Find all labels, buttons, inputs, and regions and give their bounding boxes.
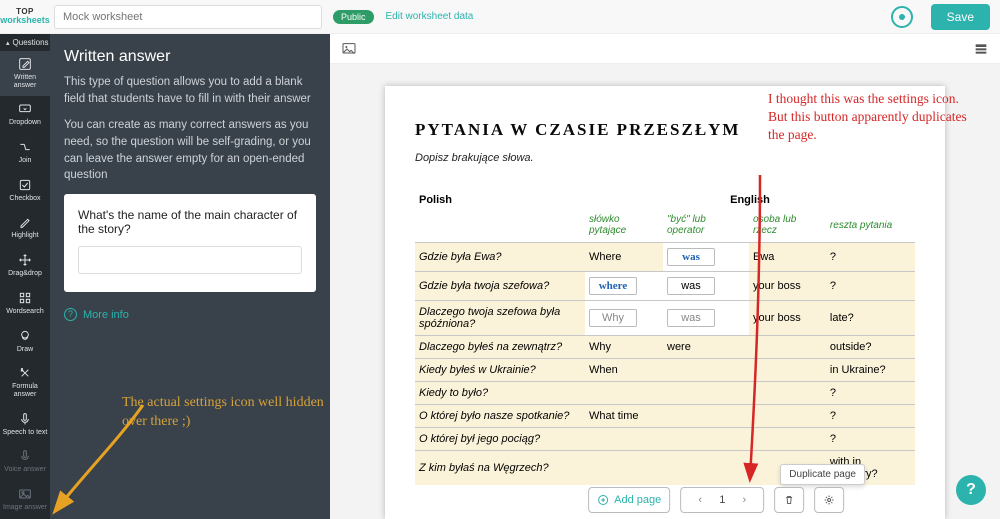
page-pager: ‹ 1 ›	[680, 487, 764, 513]
canvas-toolbar	[330, 34, 1000, 64]
edit-icon	[17, 56, 33, 72]
rail-item-voice[interactable]: Voice answer	[0, 443, 50, 481]
example-question: What's the name of the main character of…	[78, 208, 302, 236]
add-page-button[interactable]: Add page	[588, 487, 670, 513]
example-answer-input[interactable]	[78, 246, 302, 274]
annotation-yellow: The actual settings icon well hidden ove…	[122, 394, 330, 432]
image-icon	[17, 486, 33, 502]
highlight-icon	[17, 214, 33, 230]
info-panel: Written answer This type of question all…	[50, 34, 330, 519]
page-number: 1	[711, 494, 733, 506]
rail-item-checkbox[interactable]: Checkbox	[0, 172, 50, 210]
dropdown-icon	[17, 101, 33, 117]
table-row[interactable]: O której był jego pociąg??	[415, 428, 915, 451]
panel-title: Written answer	[64, 48, 316, 66]
draw-icon	[17, 328, 33, 344]
worksheet-title-input[interactable]	[54, 5, 322, 29]
info-icon: ?	[64, 308, 77, 321]
gear-icon	[823, 493, 835, 507]
rail-item-dragdrop[interactable]: Drag&drop	[0, 247, 50, 285]
col-english: English	[585, 190, 915, 210]
dragdrop-icon	[17, 252, 33, 268]
image-placeholder-icon[interactable]	[340, 41, 358, 57]
grid-icon	[17, 290, 33, 306]
public-badge[interactable]: Public	[333, 10, 374, 24]
join-icon	[17, 139, 33, 155]
table-row[interactable]: Dlaczego byłeś na zewnątrz?Whywereoutsid…	[415, 336, 915, 359]
layout-icon[interactable]	[972, 41, 990, 57]
rail-item-written-answer[interactable]: Written answer	[0, 51, 50, 96]
answer-input[interactable]: Why	[589, 309, 637, 327]
rail-section-questions[interactable]: ▴ Questions	[0, 34, 50, 51]
panel-paragraph: This type of question allows you to add …	[64, 74, 316, 107]
trash-icon	[783, 493, 795, 507]
annotation-red: I thought this was the settings icon.But…	[768, 90, 968, 145]
preview-icon[interactable]	[891, 6, 913, 28]
brand-logo[interactable]: TOP worksheets	[0, 4, 50, 29]
chevron-up-icon: ▴	[6, 39, 10, 47]
prev-page-button[interactable]: ‹	[689, 494, 711, 506]
answer-input[interactable]: was	[667, 309, 715, 327]
help-fab[interactable]: ?	[956, 475, 986, 505]
rail-item-dropdown[interactable]: Dropdown	[0, 96, 50, 134]
rail-item-formula[interactable]: 1 Formula answer	[0, 360, 50, 405]
rail-item-draw[interactable]: Draw	[0, 323, 50, 361]
mic-icon	[17, 411, 33, 427]
voice-icon	[17, 448, 33, 464]
next-page-button[interactable]: ›	[733, 494, 755, 506]
table-row[interactable]: Dlaczego twoja szefowa była spóźniona?Wh…	[415, 301, 915, 336]
table-row[interactable]: Kiedy byłeś w Ukrainie?Whenin Ukraine?	[415, 359, 915, 382]
worksheet-subtitle: Dopisz brakujące słowa.	[415, 152, 915, 164]
col-polish: Polish	[415, 190, 585, 210]
panel-paragraph: You can create as many correct answers a…	[64, 117, 316, 184]
checkbox-icon	[17, 177, 33, 193]
worksheet-table: Polish English słówko pytające "być" lub…	[415, 190, 915, 485]
save-button[interactable]: Save	[931, 4, 990, 30]
table-row[interactable]: Gdzie była Ewa?WherewasEwa?	[415, 243, 915, 272]
answer-input[interactable]: was	[667, 248, 715, 266]
rail-item-join[interactable]: Join	[0, 134, 50, 172]
delete-page-button[interactable]	[774, 487, 804, 513]
table-row[interactable]: O której było nasze spotkanie?What time?	[415, 405, 915, 428]
page-toolbar: Add page ‹ 1 ›	[588, 487, 844, 513]
rail-item-highlight[interactable]: Highlight	[0, 209, 50, 247]
duplicate-page-tooltip: Duplicate page	[780, 464, 865, 485]
rail-item-image[interactable]: Image answer	[0, 481, 50, 519]
answer-input[interactable]: where	[589, 277, 637, 295]
top-bar: TOP worksheets Public Edit worksheet dat…	[0, 0, 1000, 34]
rail-item-wordsearch[interactable]: Wordsearch	[0, 285, 50, 323]
worksheet-page[interactable]: PYTANIA W CZASIE PRZESZŁYM Dopisz brakuj…	[385, 86, 945, 519]
example-card: What's the name of the main character of…	[64, 194, 316, 292]
rail-item-speech[interactable]: Speech to text	[0, 406, 50, 444]
plus-icon	[597, 494, 609, 506]
answer-input[interactable]: was	[667, 277, 715, 295]
page-settings-button[interactable]	[814, 487, 844, 513]
table-row[interactable]: Kiedy to było??	[415, 382, 915, 405]
question-type-rail: ▴ Questions Written answer Dropdown Join…	[0, 34, 50, 519]
edit-worksheet-link[interactable]: Edit worksheet data	[386, 11, 474, 22]
more-info-link[interactable]: ? More info	[64, 308, 316, 321]
formula-icon: 1	[17, 365, 33, 381]
table-row[interactable]: Gdzie była twoja szefowa?wherewasyour bo…	[415, 272, 915, 301]
